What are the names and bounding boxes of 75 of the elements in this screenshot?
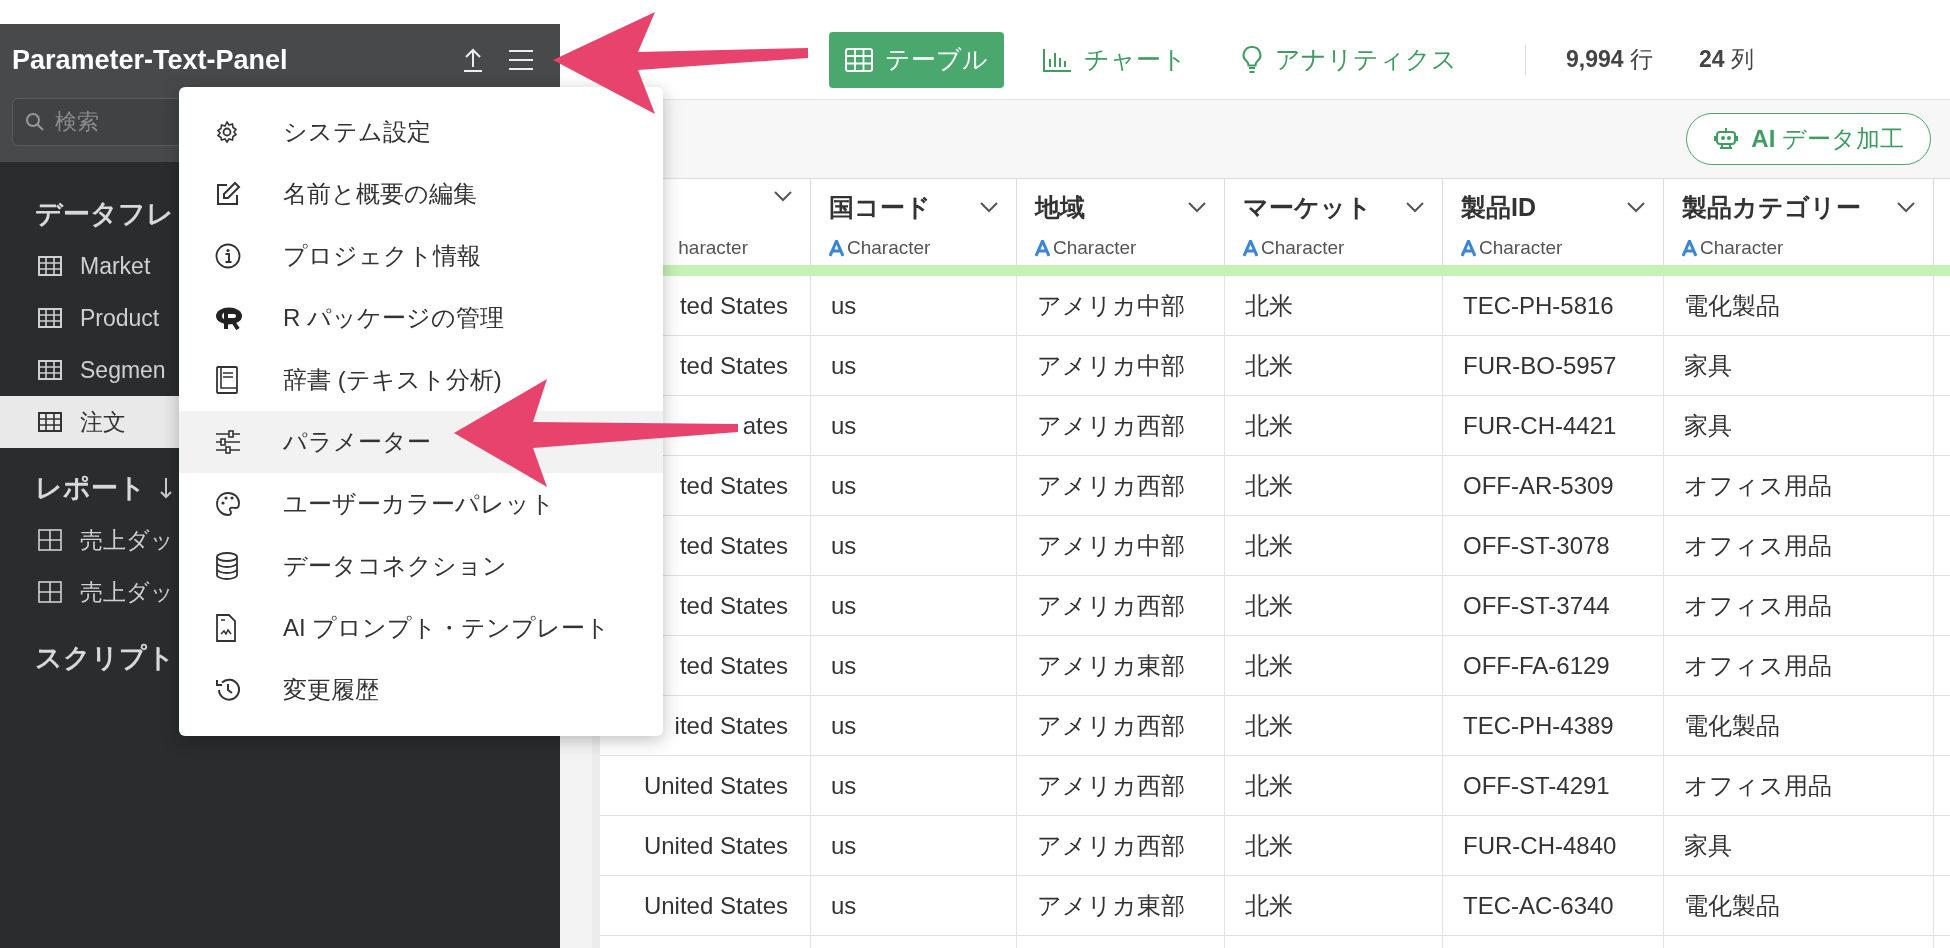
table-cell: オフィス用品 bbox=[1664, 576, 1934, 636]
table-cell: OFF-ST-3078 bbox=[1443, 516, 1664, 576]
column-count: 24 列 bbox=[1698, 45, 1754, 74]
column-type: Character bbox=[1261, 237, 1345, 259]
table-cell: OFF-ST-3744 bbox=[1443, 576, 1664, 636]
column-type: Character bbox=[1479, 237, 1563, 259]
table-cell: us bbox=[811, 816, 1017, 876]
table-cell: 北米 bbox=[1225, 276, 1443, 336]
table-cell: TEC-PH-4389 bbox=[1443, 696, 1664, 756]
table-cell: アメリカ西部 bbox=[1017, 696, 1225, 756]
section-heading: レポート bbox=[35, 472, 146, 505]
table-cell: OFF-FA-6129 bbox=[1443, 636, 1664, 696]
table-cell: 北米 bbox=[1225, 516, 1443, 576]
table-cell: アメリカ西部 bbox=[1017, 396, 1225, 456]
table-cell: us bbox=[811, 756, 1017, 816]
table-cell: us bbox=[811, 696, 1017, 756]
table-cell: アメリカ西部 bbox=[1017, 756, 1225, 816]
table-cell: 家具 bbox=[1664, 336, 1934, 396]
column-name: マーケット bbox=[1243, 192, 1372, 223]
table-cell: us bbox=[811, 576, 1017, 636]
table-cell: United States bbox=[600, 876, 811, 936]
table-cell: us bbox=[811, 636, 1017, 696]
table-cell: FUR-CH-4421 bbox=[1443, 396, 1664, 456]
table-cell: 電化製品 bbox=[1664, 876, 1934, 936]
table-cell: 北米 bbox=[1225, 336, 1443, 396]
table-cell: オフィス用品 bbox=[1664, 636, 1934, 696]
section-heading: データフレ bbox=[35, 198, 174, 231]
table-cell: アメリカ西部 bbox=[1017, 456, 1225, 516]
table-cell: us bbox=[811, 456, 1017, 516]
column-type: Character bbox=[1700, 237, 1784, 259]
table-cell: 北米 bbox=[1225, 576, 1443, 636]
table-cell: 北米 bbox=[1225, 636, 1443, 696]
table-cell: 北米 bbox=[1225, 816, 1443, 876]
table-cell: United States bbox=[600, 756, 811, 816]
column-type: Character bbox=[1053, 237, 1137, 259]
column-name: 製品ID bbox=[1461, 192, 1536, 223]
table-cell: FUR-BO-5957 bbox=[1443, 336, 1664, 396]
column-type: Character bbox=[847, 237, 931, 259]
table-cell: 北米 bbox=[1225, 456, 1443, 516]
table-cell: アメリカ中部 bbox=[1017, 336, 1225, 396]
row-count: 9,994 行 bbox=[1566, 45, 1653, 74]
table-cell: us bbox=[811, 876, 1017, 936]
project-title: Parameter-Text-Panel bbox=[12, 44, 289, 76]
table-cell: アメリカ中部 bbox=[1017, 276, 1225, 336]
table-cell: アメリカ東部 bbox=[1017, 636, 1225, 696]
table-cell: 家具 bbox=[1664, 816, 1934, 876]
column-name: 製品カテゴリー bbox=[1682, 192, 1861, 223]
table-cell: OFF-ST-4291 bbox=[1443, 756, 1664, 816]
table-cell: us bbox=[811, 516, 1017, 576]
table-cell: TEC-PH-5816 bbox=[1443, 276, 1664, 336]
column-type: haracter bbox=[678, 237, 748, 259]
table-cell: us bbox=[811, 276, 1017, 336]
table-cell: 北米 bbox=[1225, 396, 1443, 456]
table-cell: us bbox=[811, 396, 1017, 456]
table-cell: 電化製品 bbox=[1664, 696, 1934, 756]
table-cell: 電化製品 bbox=[1664, 276, 1934, 336]
table-cell: オフィス用品 bbox=[1664, 756, 1934, 816]
table-cell: OFF-AR-5309 bbox=[1443, 456, 1664, 516]
table-cell: オフィス用品 bbox=[1664, 456, 1934, 516]
column-name: 地域 bbox=[1035, 192, 1085, 223]
table-cell: FUR-CH-4840 bbox=[1443, 816, 1664, 876]
table-cell: 北米 bbox=[1225, 876, 1443, 936]
table-cell: us bbox=[811, 336, 1017, 396]
table-cell: オフィス用品 bbox=[1664, 516, 1934, 576]
table-cell: アメリカ東部 bbox=[1017, 876, 1225, 936]
table-cell: アメリカ中部 bbox=[1017, 516, 1225, 576]
table-cell: United States bbox=[600, 816, 811, 876]
table-cell: 北米 bbox=[1225, 756, 1443, 816]
table-cell: アメリカ西部 bbox=[1017, 576, 1225, 636]
table-cell: 北米 bbox=[1225, 696, 1443, 756]
table-cell: 家具 bbox=[1664, 396, 1934, 456]
section-heading: スクリプト bbox=[35, 642, 175, 675]
column-name: 国コード bbox=[829, 192, 931, 223]
table-cell: TEC-AC-6340 bbox=[1443, 876, 1664, 936]
table-cell: アメリカ西部 bbox=[1017, 816, 1225, 876]
